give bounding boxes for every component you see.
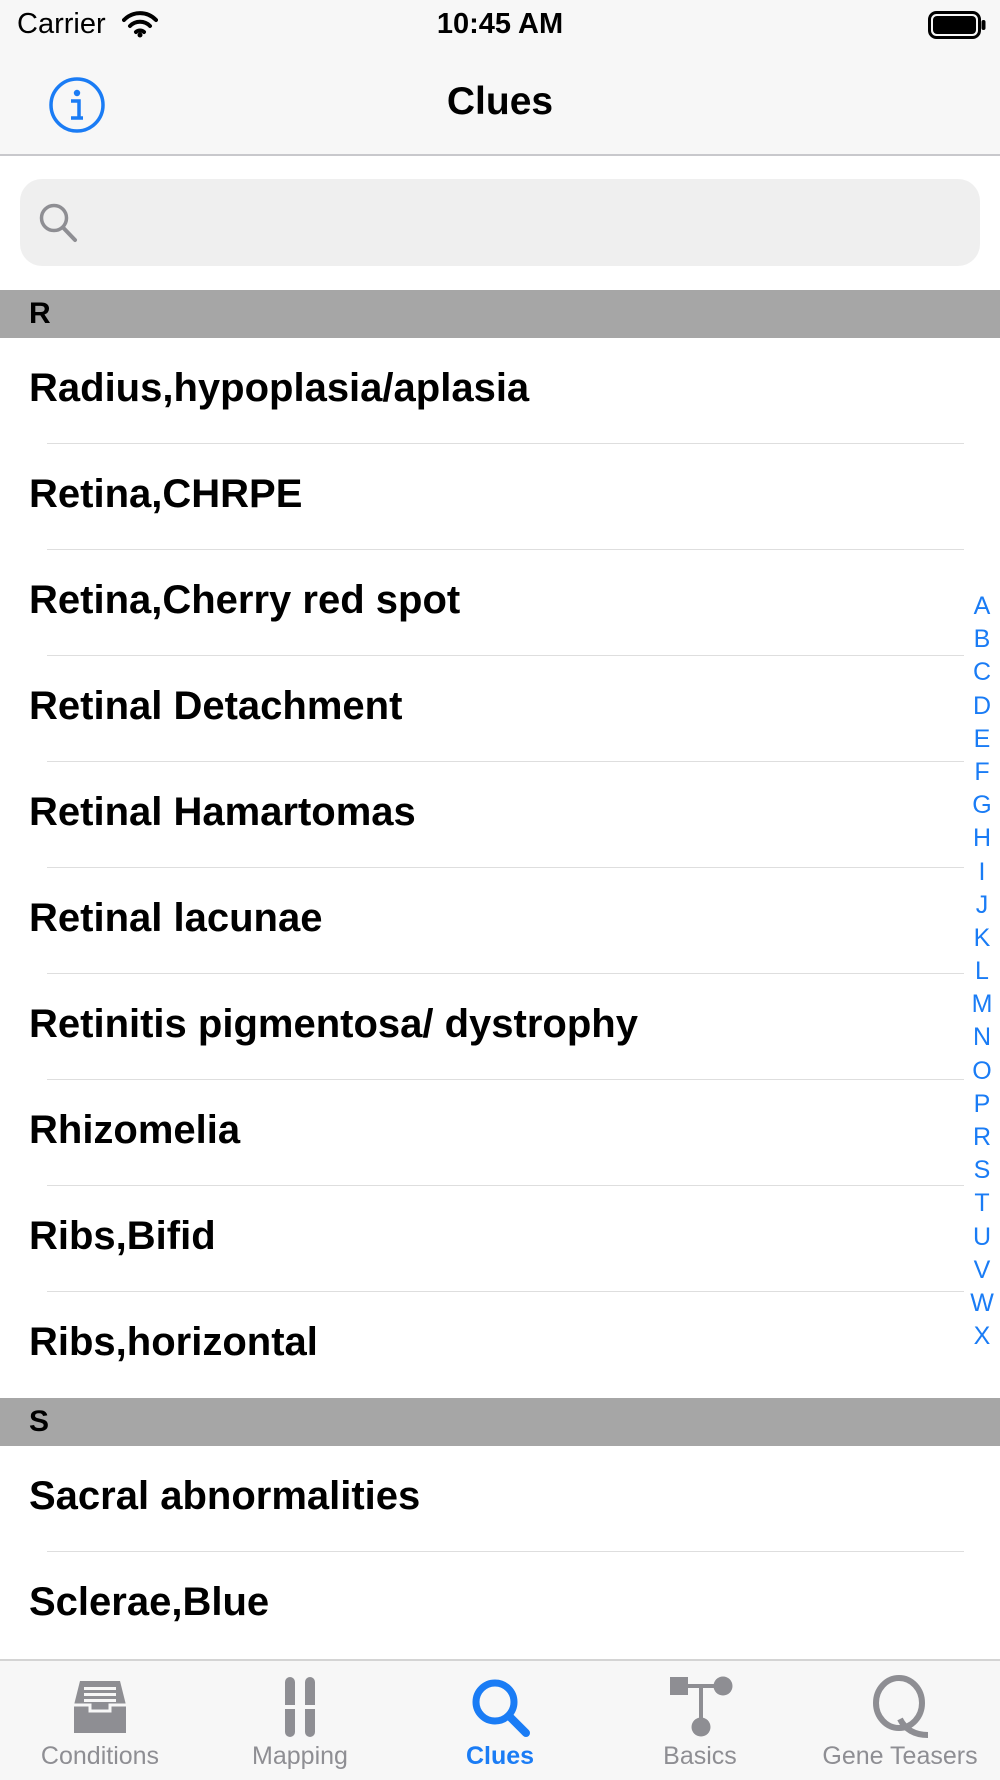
tab-gene-teasers[interactable]: Gene Teasers <box>800 1661 1000 1780</box>
status-time: 10:45 AM <box>436 8 564 40</box>
tab-mapping[interactable]: Mapping <box>200 1661 400 1780</box>
tab-clues[interactable]: Clues <box>400 1661 600 1780</box>
list-item-label: Radius,hypoplasia/aplasia <box>29 366 530 410</box>
index-letter[interactable]: F <box>964 756 1000 789</box>
tab-bar: Conditions Mapping Clues Basics Gene Tea… <box>0 1659 1000 1780</box>
navigation-bar: Clues <box>0 52 1000 156</box>
inbox-tray-icon <box>74 1681 126 1733</box>
list-item-label: Retinal Detachment <box>29 684 403 728</box>
list-item-label: Rhizomelia <box>29 1108 241 1152</box>
list-item[interactable]: Sclerae,Blue <box>0 1552 1000 1658</box>
index-letter[interactable]: M <box>964 988 1000 1021</box>
pedigree-icon <box>670 1676 733 1737</box>
list-item[interactable]: Retinitis pigmentosa/ dystrophy <box>0 974 1000 1080</box>
list-item-label: Retinal Hamartomas <box>29 790 416 834</box>
list-item[interactable]: Rhizomelia <box>0 1080 1000 1186</box>
status-bar: Carrier 10:45 AM <box>0 0 1000 52</box>
index-letter[interactable]: V <box>964 1254 1000 1287</box>
index-letter[interactable]: J <box>964 889 1000 922</box>
section-header-label: S <box>29 1405 50 1438</box>
search-icon <box>472 1679 530 1737</box>
list-item[interactable]: Ribs,Bifid <box>0 1186 1000 1292</box>
index-letter[interactable]: B <box>964 623 1000 656</box>
list-item-label: Ribs,horizontal <box>29 1320 318 1364</box>
chromosome-icon <box>283 1677 317 1737</box>
tab-label: Mapping <box>252 1742 348 1770</box>
index-letter[interactable]: D <box>964 690 1000 723</box>
list-item[interactable]: Retinal Detachment <box>0 656 1000 762</box>
index-letter[interactable]: S <box>964 1154 1000 1187</box>
battery-icon <box>928 11 986 39</box>
index-letter[interactable]: C <box>964 656 1000 689</box>
index-letter[interactable]: L <box>964 955 1000 988</box>
q-letter-icon <box>873 1675 929 1738</box>
search-area <box>0 156 1000 289</box>
section-header: R <box>0 290 1000 338</box>
list-item[interactable]: Sacral abnormalities <box>0 1446 1000 1552</box>
search-field[interactable] <box>20 179 980 268</box>
index-letter[interactable]: H <box>964 822 1000 855</box>
index-letter[interactable]: U <box>964 1221 1000 1254</box>
index-letter[interactable]: E <box>964 723 1000 756</box>
index-letter[interactable]: N <box>964 1021 1000 1054</box>
index-letter[interactable]: W <box>964 1287 1000 1320</box>
index-letter[interactable]: I <box>964 856 1000 889</box>
index-letter[interactable]: X <box>964 1320 1000 1353</box>
index-letter[interactable]: T <box>964 1187 1000 1220</box>
section-index[interactable]: ABCDEFGHIJKLMNOPRSTUVWX <box>964 590 1000 1353</box>
search-icon <box>39 203 77 242</box>
list-item-label: Sacral abnormalities <box>29 1474 421 1518</box>
list-item-label: Retina,Cherry red spot <box>29 578 461 622</box>
list-item[interactable]: Radius,hypoplasia/aplasia <box>0 338 1000 444</box>
list-item[interactable]: Retina,Cherry red spot <box>0 550 1000 656</box>
tab-conditions[interactable]: Conditions <box>0 1661 200 1780</box>
tab-label: Conditions <box>40 1742 160 1770</box>
tab-label: Clues <box>465 1742 535 1770</box>
list-item-label: Sclerae,Blue <box>29 1580 270 1624</box>
list-item-label: Retinitis pigmentosa/ dystrophy <box>29 1002 638 1046</box>
tab-basics[interactable]: Basics <box>600 1661 800 1780</box>
section-header: S <box>0 1398 1000 1446</box>
page-title: Clues <box>446 80 554 123</box>
list-item-label: Ribs,Bifid <box>29 1214 216 1258</box>
tab-label: Basics <box>663 1742 737 1770</box>
index-letter[interactable]: P <box>964 1088 1000 1121</box>
list-item-label: Retinal lacunae <box>29 896 323 940</box>
index-letter[interactable]: G <box>964 789 1000 822</box>
list-item[interactable]: Retinal lacunae <box>0 868 1000 974</box>
list-item[interactable]: Retinal Hamartomas <box>0 762 1000 868</box>
list-item[interactable]: Ribs,horizontal <box>0 1292 1000 1398</box>
index-letter[interactable]: A <box>964 590 1000 623</box>
tab-label: Gene Teasers <box>822 1742 978 1770</box>
section-header-label: R <box>29 297 51 330</box>
list-item-label: Retina,CHRPE <box>29 472 303 516</box>
index-letter[interactable]: R <box>964 1121 1000 1154</box>
search-input[interactable] <box>110 179 974 268</box>
list-item[interactable]: Retina,CHRPE <box>0 444 1000 550</box>
index-letter[interactable]: K <box>964 922 1000 955</box>
index-letter[interactable]: O <box>964 1055 1000 1088</box>
